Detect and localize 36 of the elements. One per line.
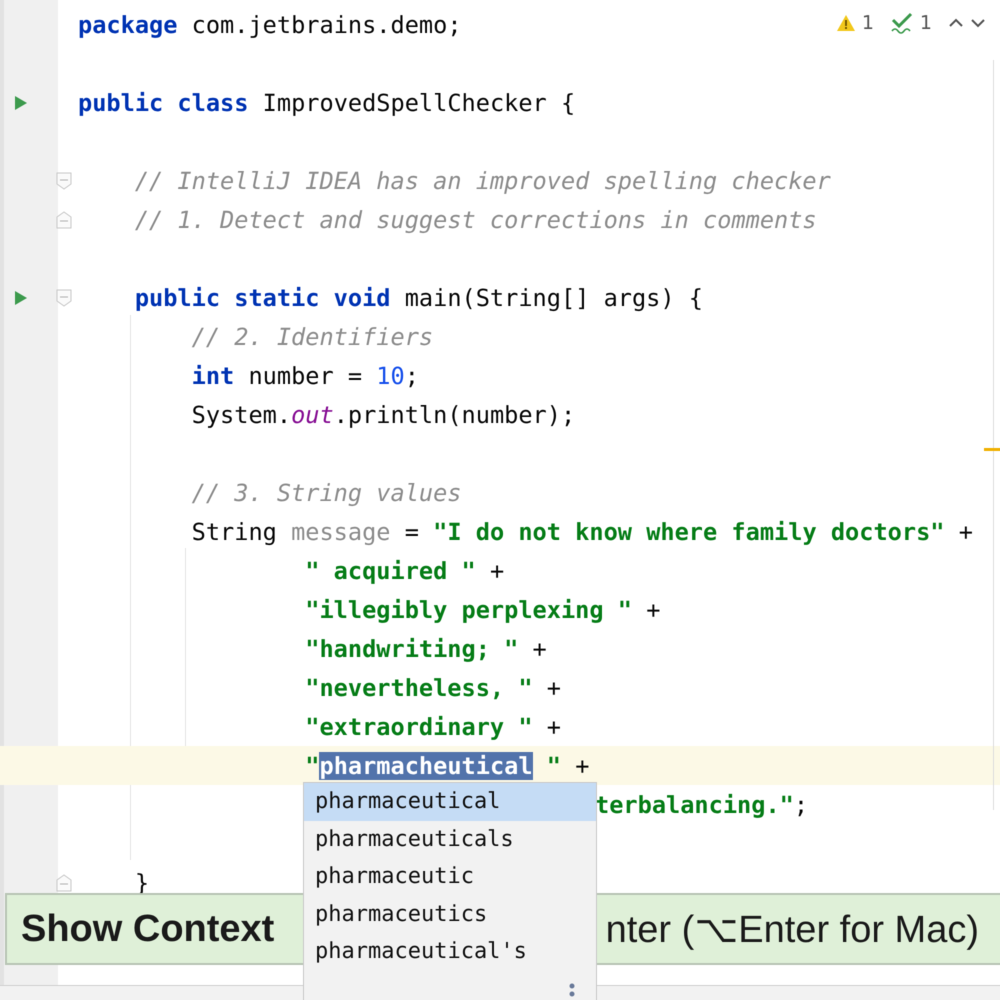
code-line: package com.jetbrains.demo; bbox=[78, 10, 462, 40]
chevron-up-icon[interactable] bbox=[948, 18, 964, 28]
code-line: "illegibly perplexing " + bbox=[304, 594, 660, 624]
code-line: "handwriting; " + bbox=[304, 634, 547, 664]
fold-icon[interactable] bbox=[56, 172, 72, 190]
run-icon[interactable] bbox=[14, 94, 28, 110]
code-line: // 2. Identifiers bbox=[190, 322, 434, 352]
suggestion-item[interactable]: pharmaceutics bbox=[304, 896, 596, 933]
code-line: "extraordinary " + bbox=[304, 712, 561, 742]
typo-count: 1 bbox=[920, 12, 932, 34]
code-line: "nevertheless, " + bbox=[304, 672, 561, 702]
code-line: System.out.println(number); bbox=[190, 400, 576, 430]
code-line: " acquired " + bbox=[304, 556, 504, 586]
warning-count: 1 bbox=[862, 12, 874, 34]
code-line: terbalancing."; bbox=[595, 790, 808, 820]
run-icon[interactable] bbox=[14, 290, 28, 306]
hint-text: nter (⌥Enter for Mac) bbox=[606, 908, 980, 952]
suggestion-item[interactable]: pharmaceuticals bbox=[304, 820, 596, 858]
typo-check-icon[interactable] bbox=[890, 12, 914, 34]
code-line: // 1. Detect and suggest corrections in comments bbox=[134, 204, 817, 234]
code-line: // IntelliJ IDEA has an improved spelling checker bbox=[134, 166, 831, 196]
suggestion-item[interactable]: pharmaceutic bbox=[304, 858, 596, 896]
code-line: // 3. String values bbox=[190, 478, 462, 508]
suggestion-item[interactable]: pharmaceutical's bbox=[304, 933, 596, 970]
fold-icon[interactable] bbox=[56, 874, 72, 892]
more-icon[interactable] bbox=[568, 983, 576, 999]
code-line: String message = "I do not know where family doctors" + bbox=[190, 516, 973, 546]
fold-icon[interactable] bbox=[56, 288, 72, 306]
chevron-down-icon[interactable] bbox=[970, 18, 986, 28]
code-line: public static void main(String[] args) { bbox=[134, 282, 704, 312]
fold-icon[interactable] bbox=[56, 210, 72, 228]
code-line: int number = 10; bbox=[190, 360, 419, 390]
warning-icon[interactable] bbox=[836, 14, 856, 32]
code-line: public class ImprovedSpellChecker { bbox=[78, 88, 576, 118]
hint-text: Show Context bbox=[20, 908, 274, 950]
suggestion-item[interactable]: pharmaceutical bbox=[304, 783, 596, 820]
